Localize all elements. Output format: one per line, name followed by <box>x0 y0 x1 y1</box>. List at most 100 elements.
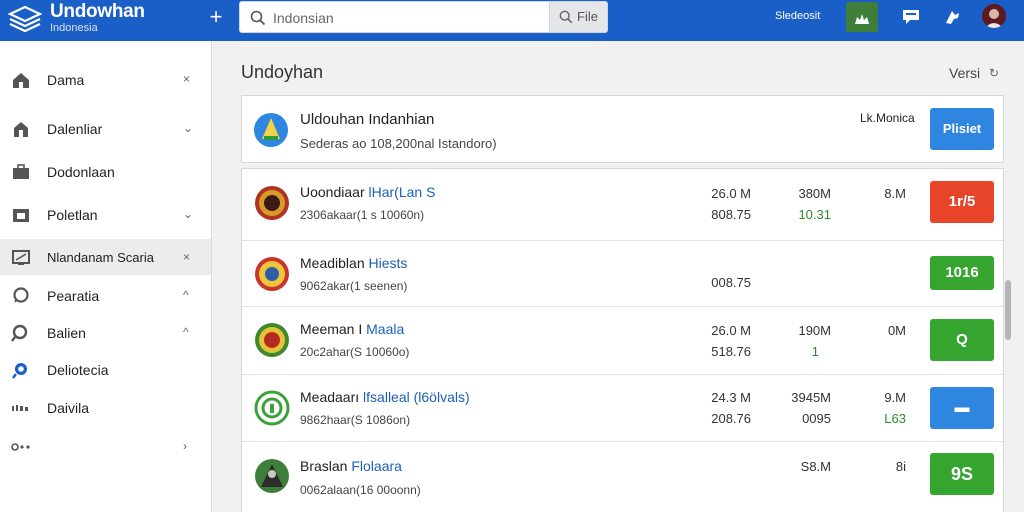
chat-icon[interactable] <box>901 7 921 27</box>
chevron-right-icon[interactable]: › <box>183 439 187 453</box>
file-button-label: File <box>577 9 598 24</box>
list-item-subtitle: 0062alaan(16 00oonn) <box>300 483 421 497</box>
close-icon[interactable]: × <box>183 72 190 86</box>
dots-icon <box>11 443 30 451</box>
chevron-down-icon[interactable]: ⌄ <box>183 121 193 135</box>
stat-value: 9.M <box>884 390 906 405</box>
list-item-subtitle: 20c2ahar(S 10060o) <box>300 345 410 359</box>
top-link[interactable]: Sledeosit <box>775 10 820 22</box>
list-item[interactable]: Braslan Flolaara 0062alaan(16 00oonn) S8… <box>242 442 1003 512</box>
list-item-title: Uoondiaar lHar(Lan S <box>300 184 436 200</box>
stat-value: 190M <box>798 323 831 338</box>
search-icon <box>11 324 28 342</box>
stat-value: 10.31 <box>798 207 831 222</box>
home-icon <box>13 73 29 88</box>
stat-value: 26.0 M <box>711 186 751 201</box>
chat-bubble-icon <box>13 287 29 303</box>
home-button[interactable] <box>846 2 878 32</box>
stat-value: 0095 <box>802 411 831 426</box>
home-icon <box>855 14 869 24</box>
stat-value: 008.75 <box>711 275 751 290</box>
results-list: Uoondiaar lHar(Lan S 2306akaar(1 s 10060… <box>241 168 1004 512</box>
search-icon <box>250 10 266 26</box>
sidebar-item-deliotecia[interactable]: Deliotecia <box>0 351 211 387</box>
sidebar-item-nlandanam-scaria[interactable]: Nlandanam Scaria × <box>0 239 211 275</box>
puzzle-icon[interactable] <box>942 7 962 27</box>
sidebar-item-balien[interactable]: Balien ^ <box>0 314 211 350</box>
scrollbar[interactable] <box>1005 280 1011 340</box>
sidebar-item-daivila[interactable]: Daivila <box>0 389 211 425</box>
stat-value: 518.76 <box>711 344 751 359</box>
row-action-button[interactable]: 1r/5 <box>930 181 994 223</box>
list-item-title: Meadiblan Hiests <box>300 255 408 271</box>
briefcase-icon <box>13 164 29 179</box>
list-item-title: Meeman I Maala <box>300 321 405 337</box>
file-button[interactable]: File <box>549 2 607 32</box>
list-item-title: Braslan Flolaara <box>300 458 402 474</box>
sidebar-item-label: Daivila <box>47 400 90 416</box>
header-card: Uldouhan Indanhian Sederas ao 108,200nal… <box>241 95 1004 163</box>
more-icon <box>12 405 28 411</box>
sidebar-item-label: Dama <box>47 72 85 88</box>
logo-icon <box>8 5 42 33</box>
sidebar-item-dalenliar[interactable]: Dalenliar ⌄ <box>0 110 211 146</box>
refresh-icon[interactable]: ↻ <box>989 66 999 80</box>
list-item-title: Meadaarı lfsalleal (l6ölvals) <box>300 389 470 405</box>
stat-value: 808.75 <box>711 207 751 222</box>
folder-icon <box>13 209 29 222</box>
list-item[interactable]: Meeman I Maala 20c2ahar(S 10060o) 26.0 M… <box>242 307 1003 375</box>
row-action-button[interactable]: ▬ <box>930 387 994 429</box>
sidebar: Dama × Dalenliar ⌄ Dodonlaan Poletlan ⌄ … <box>0 41 212 512</box>
close-icon[interactable]: × <box>183 250 190 264</box>
version-label[interactable]: Versi <box>949 65 980 81</box>
sidebar-item-pearatia[interactable]: Pearatia ^ <box>0 277 211 313</box>
sidebar-item-label: Dalenliar <box>47 121 103 137</box>
stat-value: 26.0 M <box>711 323 751 338</box>
add-button[interactable]: + <box>204 6 228 30</box>
stat-value: S8.M <box>800 459 831 474</box>
building-icon <box>14 122 28 137</box>
monitor-icon <box>12 250 30 265</box>
sidebar-item-dama[interactable]: Dama × <box>0 61 211 97</box>
sidebar-item-label: Dodonlaan <box>47 164 115 180</box>
sidebar-item-label: Poletlan <box>47 207 98 223</box>
brand-subtitle: Indonesia <box>50 22 98 34</box>
search-bar[interactable]: File <box>239 1 608 33</box>
row-action-button[interactable]: 9S <box>930 453 994 495</box>
list-item[interactable]: Meadaarı lfsalleal (l6ölvals) 9862haar(S… <box>242 375 1003 442</box>
emblem-icon <box>255 459 289 493</box>
sidebar-item-more[interactable]: › <box>0 428 211 464</box>
header-card-button[interactable]: Plisiet <box>930 108 994 150</box>
list-item[interactable]: Meadiblan Hiests 9062akar(1 seenen) 008.… <box>242 241 1003 307</box>
sidebar-item-poletlan[interactable]: Poletlan ⌄ <box>0 196 211 232</box>
chevron-down-icon[interactable]: ⌄ <box>183 207 193 221</box>
stat-value: 24.3 M <box>711 390 751 405</box>
stat-value: 8.M <box>884 186 906 201</box>
emblem-icon <box>254 113 288 147</box>
search-input[interactable] <box>273 8 543 28</box>
chevron-up-icon[interactable]: ^ <box>183 288 189 302</box>
page-title: Undoyhan <box>241 62 324 82</box>
sidebar-item-label: Nlandanam Scaria <box>47 250 154 265</box>
plus-icon: + <box>209 4 223 29</box>
stat-value: 8i <box>895 459 906 474</box>
search-icon <box>559 10 573 24</box>
stat-value: 3945M <box>791 390 831 405</box>
stat-value: L63 <box>884 411 906 426</box>
avatar[interactable] <box>982 4 1006 28</box>
list-item[interactable]: Uoondiaar lHar(Lan S 2306akaar(1 s 10060… <box>242 169 1003 241</box>
stat-value: 380M <box>798 186 831 201</box>
avatar-image <box>982 4 1006 28</box>
sidebar-item-dodonlaan[interactable]: Dodonlaan <box>0 153 211 189</box>
top-bar: Undowhan Indonesia + File Sledeosit <box>0 0 1024 41</box>
row-action-button[interactable]: Q <box>930 319 994 361</box>
emblem-icon <box>255 186 289 220</box>
list-item-subtitle: 9862haar(S 1086on) <box>300 413 411 427</box>
stat-value: 208.76 <box>711 411 751 426</box>
search-icon <box>12 363 27 379</box>
row-action-button[interactable]: 1016 <box>930 256 994 290</box>
chevron-up-icon[interactable]: ^ <box>183 325 189 339</box>
emblem-icon <box>255 323 289 357</box>
brand-title[interactable]: Undowhan <box>50 1 145 23</box>
sidebar-item-label: Balien <box>47 325 86 341</box>
